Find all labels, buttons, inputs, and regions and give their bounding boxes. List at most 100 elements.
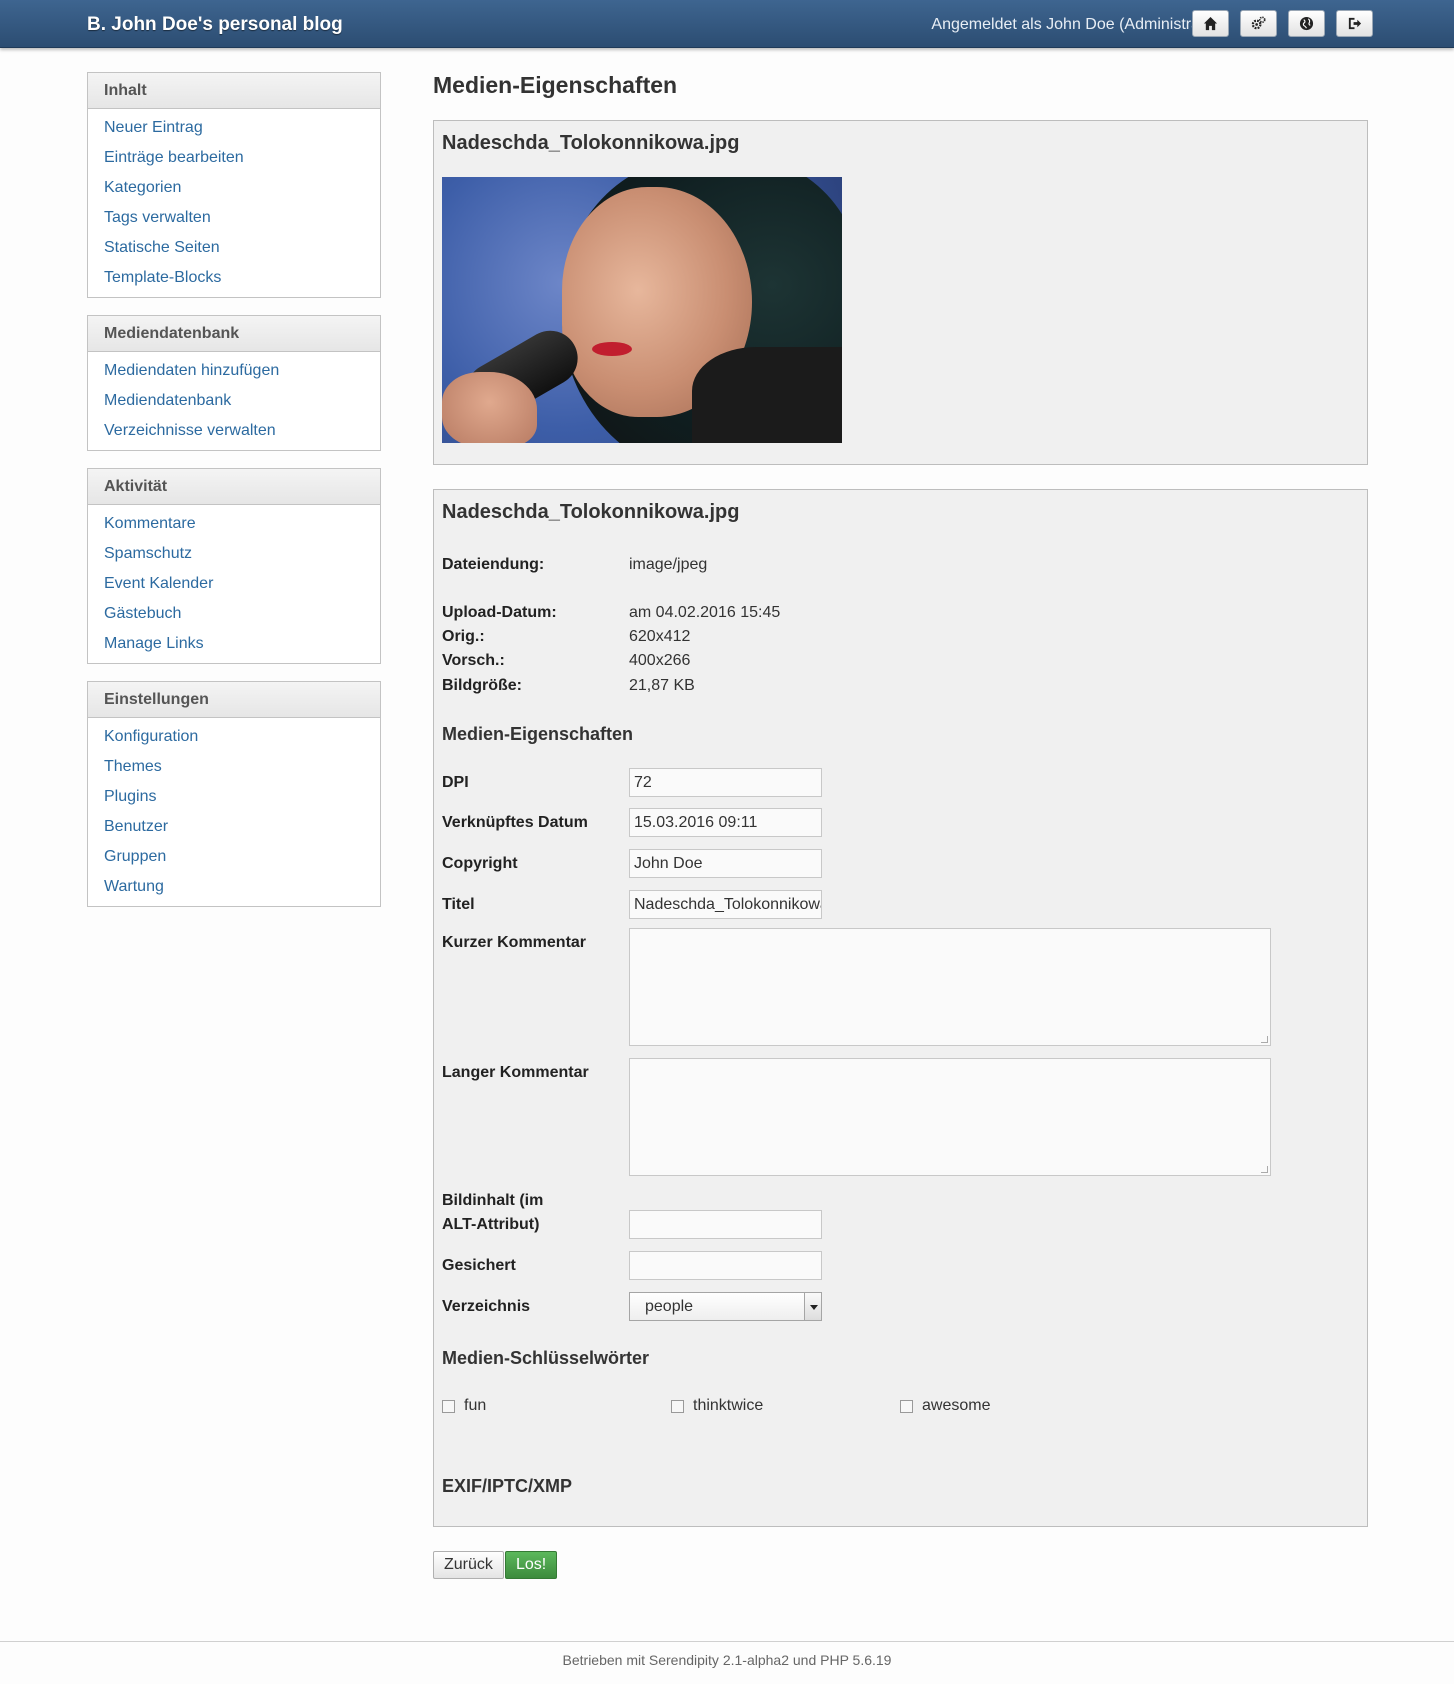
sidebar-link[interactable]: Mediendaten hinzufügen bbox=[104, 362, 279, 379]
checkbox[interactable] bbox=[671, 1399, 684, 1413]
alt-text-input[interactable] bbox=[629, 1210, 822, 1239]
sidebar-link[interactable]: Wartung bbox=[104, 878, 164, 895]
info-label: Vorsch.: bbox=[442, 652, 505, 669]
checkbox[interactable] bbox=[900, 1399, 913, 1413]
preview-filename: Nadeschda_Tolokonnikowa.jpg bbox=[442, 132, 740, 154]
info-label: Bildgröße: bbox=[442, 677, 522, 694]
sidebar-item-manage-dirs[interactable]: Verzeichnisse verwalten bbox=[88, 416, 380, 446]
home-icon bbox=[1203, 16, 1218, 31]
sidebar-link[interactable]: Spamschutz bbox=[104, 545, 192, 562]
top-bar: B. John Doe's personal blog Angemeldet a… bbox=[0, 0, 1454, 48]
sidebar-link[interactable]: Kommentare bbox=[104, 515, 196, 532]
sidebar-link[interactable]: Plugins bbox=[104, 788, 156, 805]
sidebar-item-comments[interactable]: Kommentare bbox=[88, 509, 380, 539]
sidebar-link[interactable]: Verzeichnisse verwalten bbox=[104, 422, 276, 439]
sidebar-link[interactable]: Statische Seiten bbox=[104, 239, 220, 256]
sidebar-link[interactable]: Benutzer bbox=[104, 818, 168, 835]
copyright-input[interactable]: John Doe bbox=[629, 849, 822, 878]
keyword-awesome[interactable]: awesome bbox=[900, 1397, 990, 1415]
keyword-label: awesome bbox=[922, 1397, 991, 1414]
sidebar-item-spam[interactable]: Spamschutz bbox=[88, 539, 380, 569]
sidebar-item-users[interactable]: Benutzer bbox=[88, 812, 380, 842]
sidebar-item-event-calendar[interactable]: Event Kalender bbox=[88, 569, 380, 599]
sidebar-link[interactable]: Gruppen bbox=[104, 848, 166, 865]
submit-button[interactable]: Los! bbox=[505, 1551, 558, 1579]
login-info: Angemeldet als John Doe (Administrator) bbox=[931, 16, 1224, 33]
info-value: 400x266 bbox=[629, 652, 691, 669]
sidebar-section-settings: Einstellungen Konfiguration Themes Plugi… bbox=[87, 681, 381, 907]
page-title: Medien-Eigenschaften bbox=[433, 72, 678, 98]
globe-icon bbox=[1299, 16, 1314, 31]
sidebar-link[interactable]: Einträge bearbeiten bbox=[104, 149, 244, 166]
sidebar-section-title: Mediendatenbank bbox=[88, 316, 380, 352]
title-input[interactable]: Nadeschda_Tolokonnikowa bbox=[629, 890, 822, 919]
short-comment-label: Kurzer Kommentar bbox=[442, 934, 587, 951]
checkbox[interactable] bbox=[442, 1399, 455, 1413]
alt-label-line1: Bildinhalt (im bbox=[442, 1192, 544, 1209]
alt-label-line2: ALT-Attribut) bbox=[442, 1216, 540, 1233]
resize-grip-icon[interactable] bbox=[1261, 1166, 1268, 1173]
logout-icon bbox=[1348, 17, 1362, 30]
info-value: 21,87 KB bbox=[629, 677, 695, 694]
linked-date-input[interactable]: 15.03.2016 09:11 bbox=[629, 808, 822, 837]
sidebar-item-add-media[interactable]: Mediendaten hinzufügen bbox=[88, 356, 380, 386]
info-label: Orig.: bbox=[442, 628, 485, 645]
sidebar-item-new-entry[interactable]: Neuer Eintrag bbox=[88, 113, 380, 143]
sidebar-section-title: Aktivität bbox=[88, 469, 380, 505]
sidebar-link[interactable]: Neuer Eintrag bbox=[104, 119, 203, 136]
keyword-fun[interactable]: fun bbox=[442, 1397, 486, 1415]
sidebar-link[interactable]: Gästebuch bbox=[104, 605, 181, 622]
sidebar-section-title: Einstellungen bbox=[88, 682, 380, 718]
sidebar-item-plugins[interactable]: Plugins bbox=[88, 782, 380, 812]
main-content: Medien-Eigenschaften Nadeschda_Tolokonni… bbox=[433, 68, 1368, 1581]
sidebar-link[interactable]: Konfiguration bbox=[104, 728, 198, 745]
dpi-input[interactable]: 72 bbox=[629, 768, 822, 797]
sidebar-item-themes[interactable]: Themes bbox=[88, 752, 380, 782]
directory-select[interactable]: people bbox=[629, 1292, 822, 1321]
sidebar-link[interactable]: Manage Links bbox=[104, 635, 204, 652]
chevron-down-icon[interactable] bbox=[804, 1293, 821, 1320]
sidebar-item-configuration[interactable]: Konfiguration bbox=[88, 722, 380, 752]
sidebar-section-media: Mediendatenbank Mediendaten hinzufügen M… bbox=[87, 315, 381, 451]
sidebar-item-tags[interactable]: Tags verwalten bbox=[88, 203, 380, 233]
keyword-label: fun bbox=[464, 1397, 487, 1414]
directory-label: Verzeichnis bbox=[442, 1298, 531, 1315]
settings-icon bbox=[1251, 16, 1266, 30]
keyword-thinktwice[interactable]: thinktwice bbox=[671, 1397, 763, 1415]
long-comment-textarea[interactable] bbox=[629, 1058, 1271, 1176]
details-filename: Nadeschda_Tolokonnikowa.jpg bbox=[442, 501, 740, 523]
sidebar-item-edit-entries[interactable]: Einträge bearbeiten bbox=[88, 143, 380, 173]
sidebar-link[interactable]: Kategorien bbox=[104, 179, 181, 196]
sidebar-link[interactable]: Template-Blocks bbox=[104, 269, 221, 286]
logout-button[interactable] bbox=[1336, 10, 1373, 37]
info-label: Dateiendung: bbox=[442, 556, 545, 573]
sidebar-item-manage-links[interactable]: Manage Links bbox=[88, 629, 380, 659]
secured-input[interactable] bbox=[629, 1251, 822, 1280]
linked-date-label: Verknüpftes Datum bbox=[442, 814, 588, 831]
media-preview-image[interactable] bbox=[442, 177, 842, 443]
sidebar-item-guestbook[interactable]: Gästebuch bbox=[88, 599, 380, 629]
sidebar-item-static-pages[interactable]: Statische Seiten bbox=[88, 233, 380, 263]
back-button[interactable]: Zurück bbox=[433, 1551, 504, 1579]
settings-button[interactable] bbox=[1240, 10, 1277, 37]
website-button[interactable] bbox=[1288, 10, 1325, 37]
sidebar-item-groups[interactable]: Gruppen bbox=[88, 842, 380, 872]
secured-label: Gesichert bbox=[442, 1257, 516, 1274]
details-panel: Nadeschda_Tolokonnikowa.jpg Dateiendung:… bbox=[433, 489, 1368, 1527]
sidebar-item-media-library[interactable]: Mediendatenbank bbox=[88, 386, 380, 416]
home-button[interactable] bbox=[1192, 10, 1229, 37]
resize-grip-icon[interactable] bbox=[1261, 1036, 1268, 1043]
info-value: image/jpeg bbox=[629, 556, 708, 573]
blog-title[interactable]: B. John Doe's personal blog bbox=[87, 14, 343, 36]
sidebar-item-categories[interactable]: Kategorien bbox=[88, 173, 380, 203]
sidebar-link[interactable]: Tags verwalten bbox=[104, 209, 211, 226]
sidebar-item-maintenance[interactable]: Wartung bbox=[88, 872, 380, 902]
copyright-label: Copyright bbox=[442, 855, 518, 872]
short-comment-textarea[interactable] bbox=[629, 928, 1271, 1046]
sidebar-link[interactable]: Mediendatenbank bbox=[104, 392, 231, 409]
sidebar-link[interactable]: Event Kalender bbox=[104, 575, 213, 592]
info-label: Upload-Datum: bbox=[442, 604, 557, 621]
sidebar-item-template-blocks[interactable]: Template-Blocks bbox=[88, 263, 380, 293]
title-label: Titel bbox=[442, 896, 475, 913]
sidebar-link[interactable]: Themes bbox=[104, 758, 162, 775]
